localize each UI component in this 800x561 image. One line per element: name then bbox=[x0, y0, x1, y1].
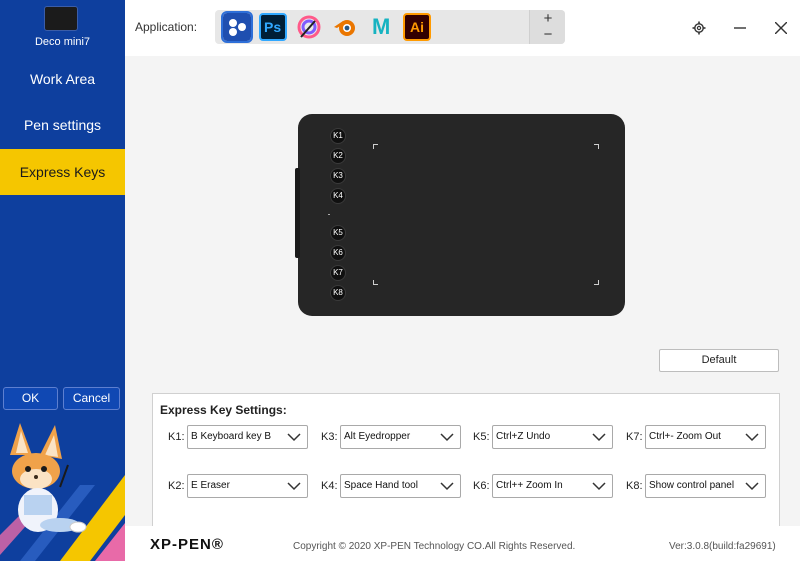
top-bar: Application: Ps M Ai + − bbox=[125, 0, 800, 56]
tablet-key-k2: K2 bbox=[330, 148, 346, 164]
k7-value: Ctrl+- Zoom Out bbox=[649, 431, 721, 442]
k7-label: K7: bbox=[626, 431, 643, 443]
blender-icon[interactable] bbox=[331, 13, 359, 41]
tablet-key-k7: K7 bbox=[330, 265, 346, 281]
version-text: Ver:3.0.8(build:fa29691) bbox=[669, 541, 776, 552]
photoshop-icon[interactable]: Ps bbox=[259, 13, 287, 41]
ok-button[interactable]: OK bbox=[3, 387, 58, 410]
k6-dropdown[interactable]: Ctrl++ Zoom In bbox=[492, 474, 613, 498]
xp-pen-logo: XP-PEN® bbox=[150, 536, 224, 553]
minimize-icon[interactable] bbox=[726, 14, 754, 42]
tablet-device-icon bbox=[44, 6, 78, 31]
k1-label: K1: bbox=[168, 431, 185, 443]
k4-label: K4: bbox=[321, 480, 338, 492]
photoshop-icon-text: Ps bbox=[264, 19, 282, 35]
illustrator-icon-text: Ai bbox=[410, 19, 424, 35]
sidebar-item-express-keys[interactable]: Express Keys bbox=[0, 149, 125, 195]
k8-label: K8: bbox=[626, 480, 643, 492]
application-list: Ps M Ai + − bbox=[215, 10, 565, 44]
all-apps-icon[interactable] bbox=[221, 11, 253, 43]
chevron-down-icon bbox=[745, 482, 759, 491]
device-name: Deco mini7 bbox=[34, 36, 91, 48]
k3-value: Alt Eyedropper bbox=[344, 431, 411, 442]
chevron-down-icon bbox=[592, 433, 606, 442]
express-key-settings-panel: Express Key Settings: K1: B Keyboard key… bbox=[152, 393, 780, 526]
chevron-down-icon bbox=[287, 482, 301, 491]
k2-dropdown[interactable]: E Eraser bbox=[187, 474, 308, 498]
active-area-corner-tl bbox=[373, 144, 378, 149]
k4-value: Space Hand tool bbox=[344, 480, 418, 491]
k3-label: K3: bbox=[321, 431, 338, 443]
maya-icon[interactable]: M bbox=[367, 13, 395, 41]
chevron-down-icon bbox=[592, 482, 606, 491]
active-area-corner-tr bbox=[594, 144, 599, 149]
tablet-key-k6: K6 bbox=[330, 245, 346, 261]
tablet-key-k3: K3 bbox=[330, 168, 346, 184]
k3-dropdown[interactable]: Alt Eyedropper bbox=[340, 425, 461, 449]
cancel-button[interactable]: Cancel bbox=[63, 387, 120, 410]
k2-value: E Eraser bbox=[191, 480, 230, 491]
application-label: Application: bbox=[135, 20, 198, 34]
k8-dropdown[interactable]: Show control panel bbox=[645, 474, 766, 498]
maya-icon-text: M bbox=[372, 14, 391, 39]
k5-dropdown[interactable]: Ctrl+Z Undo bbox=[492, 425, 613, 449]
k1-value: B Keyboard key B bbox=[191, 431, 272, 442]
sidebar-item-work-area[interactable]: Work Area bbox=[0, 56, 125, 102]
sketch-app-icon[interactable] bbox=[295, 13, 323, 41]
tablet-key-divider bbox=[328, 214, 330, 215]
sidebar: Deco mini7 Work Area Pen settings Expres… bbox=[0, 0, 125, 561]
tablet-key-k1: K1 bbox=[330, 128, 346, 144]
sidebar-item-pen-settings[interactable]: Pen settings bbox=[0, 102, 125, 148]
close-icon[interactable] bbox=[767, 14, 795, 42]
chevron-down-icon bbox=[287, 433, 301, 442]
remove-application-button[interactable]: − bbox=[530, 26, 566, 43]
k6-value: Ctrl++ Zoom In bbox=[496, 480, 563, 491]
k1-dropdown[interactable]: B Keyboard key B bbox=[187, 425, 308, 449]
active-area-corner-br bbox=[594, 280, 599, 285]
settings-gear-icon[interactable] bbox=[685, 14, 713, 42]
settings-title: Express Key Settings: bbox=[160, 403, 287, 417]
tablet-preview: K1 K2 K3 K4 K5 K6 K7 K8 bbox=[295, 114, 625, 316]
chevron-down-icon bbox=[440, 433, 454, 442]
active-area-corner-bl bbox=[373, 280, 378, 285]
chevron-down-icon bbox=[745, 433, 759, 442]
fox-mascot-illustration bbox=[0, 423, 125, 561]
add-remove-app-control: + − bbox=[529, 10, 565, 44]
illustrator-icon[interactable]: Ai bbox=[403, 13, 431, 41]
add-application-button[interactable]: + bbox=[530, 10, 566, 27]
k8-value: Show control panel bbox=[649, 480, 735, 491]
device-selector[interactable]: Deco mini7 bbox=[0, 0, 125, 56]
k5-value: Ctrl+Z Undo bbox=[496, 431, 551, 442]
tablet-key-k8: K8 bbox=[330, 285, 346, 301]
tablet-side-notch bbox=[295, 168, 300, 258]
k4-dropdown[interactable]: Space Hand tool bbox=[340, 474, 461, 498]
footer: XP-PEN® Copyright © 2020 XP-PEN Technolo… bbox=[125, 526, 800, 561]
main-panel: K1 K2 K3 K4 K5 K6 K7 K8 Default Express … bbox=[125, 56, 800, 526]
k5-label: K5: bbox=[473, 431, 490, 443]
copyright-text: Copyright © 2020 XP-PEN Technology CO.Al… bbox=[293, 541, 576, 552]
default-button[interactable]: Default bbox=[659, 349, 779, 372]
tablet-key-k5: K5 bbox=[330, 225, 346, 241]
tablet-key-k4: K4 bbox=[330, 188, 346, 204]
chevron-down-icon bbox=[440, 482, 454, 491]
k2-label: K2: bbox=[168, 480, 185, 492]
k6-label: K6: bbox=[473, 480, 490, 492]
k7-dropdown[interactable]: Ctrl+- Zoom Out bbox=[645, 425, 766, 449]
